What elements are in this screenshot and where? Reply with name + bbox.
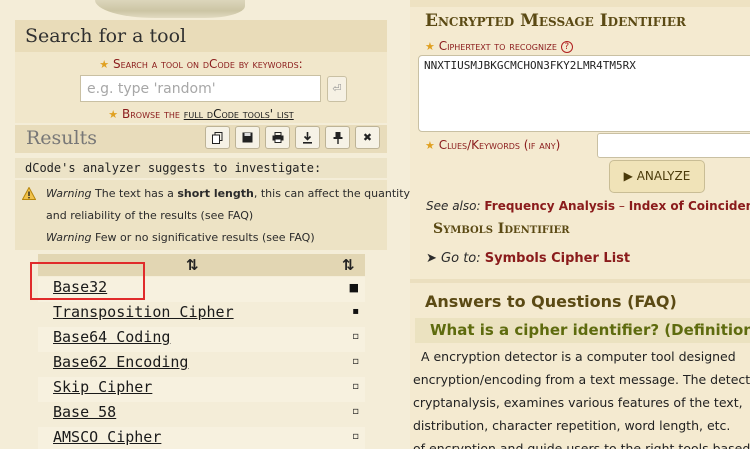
analyzer-suggestion: dCode's analyzer suggests to investigate…	[15, 158, 387, 178]
table-row[interactable]: Base64 Coding ▫	[38, 327, 365, 352]
close-icon: ✖	[362, 131, 373, 144]
search-go-button[interactable]: ⏎	[327, 76, 347, 102]
symbols-cipher-list-link[interactable]: Symbols Cipher List	[485, 251, 630, 266]
sort-score-icon[interactable]: ⇅	[342, 256, 355, 274]
result-link-base62[interactable]: Base62 Encoding	[53, 353, 188, 371]
help-icon[interactable]: ?	[560, 41, 573, 53]
score-icon: ■	[348, 281, 359, 294]
warning-line-2: Warning Few or no significative results …	[46, 231, 315, 244]
faq-answer-line: distribution, character repetition, word…	[413, 418, 731, 433]
see-also-line: See also: Frequency Analysis – Index of …	[426, 199, 750, 213]
faq-answer-line: encryption/encoding from a text message.…	[413, 372, 750, 387]
frequency-analysis-link[interactable]: Frequency Analysis	[484, 199, 615, 213]
faq-title: Answers to Questions (FAQ)	[425, 292, 677, 311]
tool-title: Encrypted Message Identifier	[425, 11, 686, 31]
faq-question: What is a cipher identifier? (Definition…	[430, 321, 750, 339]
right-column: Encrypted Message Identifier ★ Ciphertex…	[410, 0, 750, 449]
browse-tools-line: ★ Browse the full dCode tools' list	[108, 107, 294, 121]
result-link-base58[interactable]: Base 58	[53, 403, 116, 421]
star-icon: ★	[108, 108, 119, 121]
goto-line: ➤ Go to: Symbols Cipher List	[426, 251, 631, 266]
star-icon: ★	[99, 58, 110, 71]
highlight-box	[30, 262, 145, 300]
score-icon: ▪	[352, 306, 359, 317]
table-row[interactable]: Base62 Encoding ▫	[38, 352, 365, 377]
left-column: Search for a tool ★ Search a tool on dCo…	[0, 0, 410, 449]
table-row[interactable]: Skip Cipher ▫	[38, 377, 365, 402]
copy-button[interactable]	[205, 126, 230, 149]
faq-answer-line: A encryption detector is a computer tool…	[413, 349, 736, 364]
print-button[interactable]	[265, 126, 290, 149]
results-title: Results	[26, 127, 97, 149]
close-button[interactable]: ✖	[355, 126, 380, 149]
score-icon: ▫	[352, 406, 359, 417]
result-link-skip[interactable]: Skip Cipher	[53, 378, 152, 396]
pointer-arrow-icon: ➤	[426, 251, 437, 266]
pin-icon	[333, 132, 342, 144]
download-button[interactable]	[295, 126, 320, 149]
search-heading: Search for a tool	[15, 20, 387, 52]
table-row[interactable]: Base 58 ▫	[38, 402, 365, 427]
search-keywords-label: ★ Search a tool on dCode by keywords:	[99, 57, 303, 71]
warning-box: Warning The text has a short length, thi…	[15, 180, 410, 250]
copy-icon	[212, 132, 223, 144]
faq-answer-line: of encryption and guide users to the rig…	[413, 441, 750, 449]
print-icon	[272, 132, 283, 143]
table-row[interactable]: AMSCO Cipher ▫	[38, 427, 365, 449]
faq-question-bar: What is a cipher identifier? (Definition…	[415, 318, 750, 343]
index-of-coincidence-link[interactable]: Index of Coincidence	[629, 199, 750, 213]
score-icon: ▫	[352, 431, 359, 442]
top-sliver	[410, 0, 750, 7]
star-icon: ★	[425, 139, 435, 152]
score-icon: ▫	[352, 356, 359, 367]
warning-icon	[22, 187, 36, 200]
full-tools-list-link[interactable]: full dCode tools' list	[184, 107, 294, 121]
star-icon: ★	[425, 40, 435, 53]
warning-line-1b: and reliability of the results (see FAQ)	[46, 209, 254, 222]
save-button[interactable]	[235, 126, 260, 149]
download-icon	[303, 132, 312, 144]
banner-image	[95, 0, 245, 18]
score-icon: ▫	[352, 381, 359, 392]
sort-name-icon[interactable]: ⇅	[186, 256, 199, 274]
result-link-transposition[interactable]: Transposition Cipher	[53, 303, 234, 321]
score-icon: ▫	[352, 331, 359, 342]
arrow-return-icon: ⏎	[332, 82, 342, 95]
symbols-identifier-title: Symbols Identifier	[433, 221, 570, 237]
analyze-button[interactable]: ▶ ANALYZE	[609, 160, 705, 193]
ciphertext-input[interactable]: NNXTIUSMJBKGCMCHON3FKY2LMR4TM5RX	[418, 55, 750, 132]
table-row[interactable]: Transposition Cipher ▪	[38, 302, 365, 327]
ciphertext-label: ★ Ciphertext to recognize ?	[425, 39, 573, 53]
results-header: Results ✖	[15, 125, 387, 153]
section-divider	[410, 279, 750, 283]
pin-button[interactable]	[325, 126, 350, 149]
result-link-amsco[interactable]: AMSCO Cipher	[53, 428, 161, 446]
save-icon	[242, 132, 253, 143]
search-panel: Search for a tool ★ Search a tool on dCo…	[15, 20, 387, 123]
clues-input[interactable]	[597, 133, 750, 158]
result-link-base64[interactable]: Base64 Coding	[53, 328, 170, 346]
faq-answer-line: cryptanalysis, examines various features…	[413, 395, 743, 410]
clues-label: ★ Clues/Keywords (if any)	[425, 138, 561, 152]
search-input[interactable]	[80, 75, 321, 102]
warning-line-1: Warning The text has a short length, thi…	[46, 187, 411, 200]
